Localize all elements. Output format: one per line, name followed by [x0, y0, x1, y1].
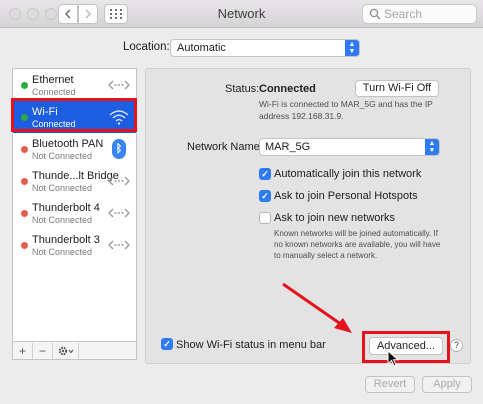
auto-join-checkbox[interactable]: ✓	[259, 168, 271, 180]
service-name: Ethernet	[32, 74, 74, 86]
action-menu-button[interactable]	[53, 342, 79, 359]
network-name-label: Network Name:	[187, 141, 263, 153]
service-name: Wi-Fi	[32, 106, 58, 118]
apply-button[interactable]: Apply	[422, 376, 472, 393]
advanced-button[interactable]: Advanced...	[369, 337, 443, 355]
service-status: Connected	[32, 87, 76, 97]
network-name-select[interactable]: MAR_5G ▲ ▼	[259, 138, 440, 156]
service-item-bluetooth-pan[interactable]: Bluetooth PAN Not Connected ᛒ	[13, 133, 136, 165]
service-name: Thunderbolt 4	[32, 202, 100, 214]
status-dot	[21, 114, 28, 121]
new-networks-label: Ask to join new networks	[274, 212, 396, 224]
updown-arrows-icon: ▲ ▼	[345, 40, 359, 56]
title-bar: Network	[0, 0, 483, 28]
revert-button[interactable]: Revert	[365, 376, 415, 393]
service-item-thunderbolt-3[interactable]: Thunderbolt 3 Not Connected	[13, 229, 136, 261]
turn-wifi-off-button[interactable]: Turn Wi-Fi Off	[355, 80, 439, 97]
network-name-value: MAR_5G	[265, 141, 311, 153]
auto-join-label: Automatically join this network	[274, 168, 422, 180]
bluetooth-icon: ᛒ	[112, 139, 126, 159]
status-dot	[21, 242, 28, 249]
service-status: Not Connected	[32, 151, 93, 161]
status-value: Connected	[259, 83, 316, 95]
menu-bar-status-label: Show Wi-Fi status in menu bar	[176, 339, 326, 351]
ethernet-icon	[108, 176, 130, 186]
status-dot	[21, 146, 28, 153]
service-status: Not Connected	[32, 183, 93, 193]
search-icon	[369, 8, 381, 20]
service-name: Bluetooth PAN	[32, 138, 104, 150]
gear-icon	[58, 346, 73, 355]
add-service-button[interactable]: +	[13, 342, 33, 359]
service-name: Thunderbolt 3	[32, 234, 100, 246]
new-networks-description: Known networks will be joined automatica…	[274, 229, 441, 260]
status-description: Wi-Fi is connected to MAR_5G and has the…	[259, 99, 433, 121]
service-list: Ethernet Connected Wi-Fi Connected Bluet…	[12, 68, 137, 342]
status-dot	[21, 82, 28, 89]
ethernet-icon	[108, 240, 130, 250]
service-name: Thunde...lt Bridge	[32, 170, 119, 182]
wifi-icon	[109, 110, 129, 125]
status-dot	[21, 210, 28, 217]
updown-arrows-icon: ▲ ▼	[425, 139, 439, 155]
location-label: Location:	[123, 41, 170, 53]
mouse-cursor-icon	[387, 350, 399, 367]
service-item-wifi[interactable]: Wi-Fi Connected	[13, 101, 136, 133]
service-item-ethernet[interactable]: Ethernet Connected	[13, 69, 136, 101]
status-label: Status:	[225, 83, 260, 95]
ethernet-icon	[108, 80, 130, 90]
ethernet-icon	[108, 208, 130, 218]
service-item-thunderbolt-bridge[interactable]: Thunde...lt Bridge Not Connected	[13, 165, 136, 197]
location-value: Automatic	[177, 42, 226, 54]
menu-bar-status-checkbox[interactable]: ✓	[161, 338, 173, 350]
new-networks-checkbox[interactable]	[259, 212, 271, 224]
service-status: Not Connected	[32, 215, 93, 225]
personal-hotspots-label: Ask to join Personal Hotspots	[274, 190, 418, 202]
service-item-thunderbolt-4[interactable]: Thunderbolt 4 Not Connected	[13, 197, 136, 229]
service-list-toolbar: + −	[12, 342, 137, 360]
personal-hotspots-checkbox[interactable]: ✓	[259, 190, 271, 202]
search-field[interactable]	[362, 4, 477, 24]
status-dot	[21, 178, 28, 185]
remove-service-button[interactable]: −	[33, 342, 53, 359]
search-input[interactable]	[384, 7, 472, 21]
location-select[interactable]: Automatic ▲ ▼	[170, 39, 360, 57]
service-status: Connected	[32, 119, 76, 129]
help-button[interactable]: ?	[450, 339, 463, 352]
service-status: Not Connected	[32, 247, 93, 257]
